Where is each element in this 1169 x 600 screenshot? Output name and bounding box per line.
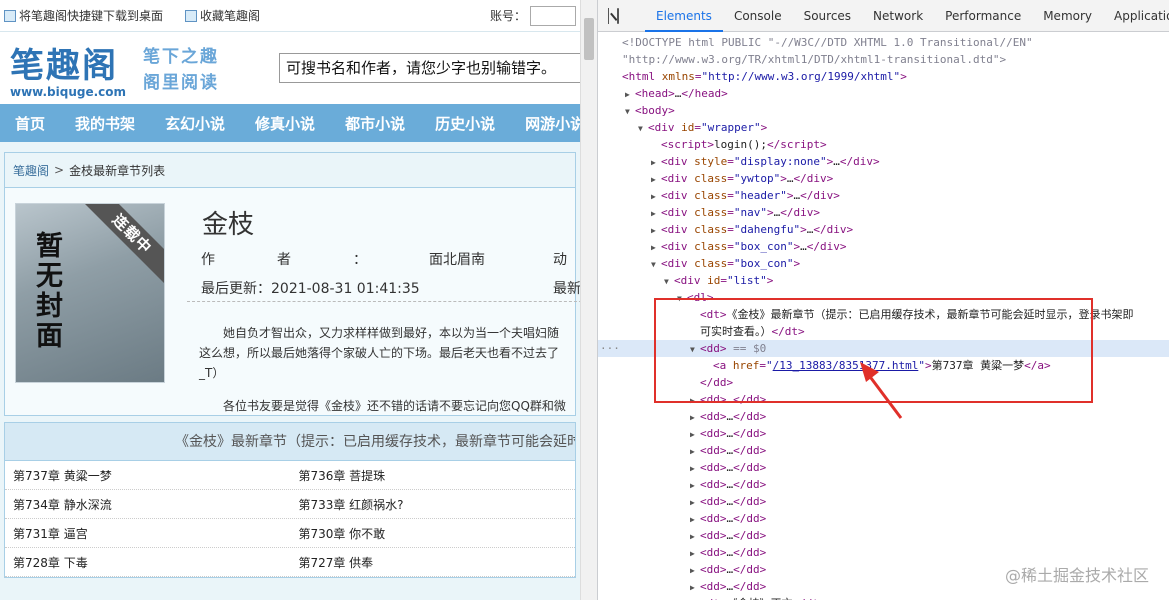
chapter-link[interactable]: 第734章 静水深流: [5, 496, 290, 513]
main-nav: 首页 我的书架 玄幻小说 修真小说 都市小说 历史小说 网游小说: [0, 104, 580, 142]
book-title: 金枝: [202, 210, 255, 240]
update-time: 2021-08-31 01:41:35: [271, 281, 420, 297]
nav-item[interactable]: 我的书架: [60, 113, 150, 134]
nav-item[interactable]: 网游小说: [510, 113, 580, 134]
chapter-list: 《金枝》最新章节（提示：已启用缓存技术，最新章节可能会延时显示，登录书架即可实时…: [4, 422, 576, 578]
book-intro: 她自负才智出众，又力求样样做到最好，本以为当一个夫唱妇随 这么想，所以最后她落得…: [199, 326, 566, 413]
annotation-arrow: [860, 362, 903, 419]
page-scrollbar[interactable]: [580, 0, 597, 600]
browser-page: 将笔趣阁快捷键下载到桌面 收藏笔趣阁 账号： 笔趣阁 www.biquge.co…: [0, 0, 580, 600]
site-logo[interactable]: 笔趣阁 www.biquge.com: [10, 38, 126, 99]
site-header: 笔趣阁 www.biquge.com 笔下之趣 阁里阅读 可搜书名和作者，请您少…: [0, 32, 580, 104]
chapter-list-header: 《金枝》最新章节（提示：已启用缓存技术，最新章节可能会延时显示，登录书架即可实时…: [5, 423, 575, 461]
chapter-link[interactable]: 第727章 供奉: [290, 554, 575, 571]
top-bar: 将笔趣阁快捷键下载到桌面 收藏笔趣阁 账号：: [0, 0, 580, 32]
bookmark-icon: [185, 9, 198, 22]
search-input[interactable]: 可搜书名和作者，请您少字也别输错字。: [279, 53, 580, 83]
favorite-link[interactable]: 收藏笔趣阁: [185, 7, 260, 24]
chapter-row: 第737章 黄粱一梦 第736章 菩提珠: [5, 461, 575, 490]
author-line: 作者：面北眉南 动: [201, 252, 567, 268]
nav-item[interactable]: 历史小说: [420, 113, 510, 134]
scrollbar-thumb[interactable]: [584, 18, 594, 60]
chapter-link[interactable]: 第728章 下毒: [5, 554, 290, 571]
devtools-panel: Elements Console Sources Network Performance…: [597, 0, 1169, 600]
nav-item[interactable]: 首页: [0, 113, 60, 134]
chapter-link[interactable]: 第733章 红颜祸水?: [290, 496, 575, 513]
chapter-row: 第728章 下毒 第727章 供奉: [5, 548, 575, 577]
nav-item[interactable]: 玄幻小说: [150, 113, 240, 134]
account-area: 账号：: [490, 5, 576, 26]
book-info: 暂无封面 连载中 金枝 作者：面北眉南 动 最后更新：2021-08-31 01…: [4, 188, 580, 416]
nav-item[interactable]: 修真小说: [240, 113, 330, 134]
chapter-link[interactable]: 第730章 你不敢: [290, 525, 575, 542]
slogan: 笔下之趣 阁里阅读: [143, 47, 219, 93]
breadcrumb-home[interactable]: 笔趣阁: [13, 162, 49, 179]
author-name: 面北眉南: [429, 252, 485, 268]
desktop-icon: [4, 9, 16, 22]
nav-item[interactable]: 都市小说: [330, 113, 420, 134]
divider: [187, 301, 580, 302]
book-cover: 暂无封面 连载中: [15, 203, 165, 383]
chapter-link[interactable]: 第731章 逼宫: [5, 525, 290, 542]
chapter-row: 第734章 静水深流 第733章 红颜祸水?: [5, 490, 575, 519]
breadcrumb: 笔趣阁 > 金枝最新章节列表: [4, 152, 576, 188]
account-input[interactable]: [530, 5, 576, 26]
update-line: 最后更新：2021-08-31 01:41:35 最新: [201, 281, 580, 297]
chapter-link[interactable]: 第736章 菩提珠: [290, 467, 575, 484]
watermark: @稀土掘金技术社区: [1004, 566, 1149, 585]
breadcrumb-current: 金枝最新章节列表: [69, 163, 166, 178]
chapter-row: 第731章 逼宫 第730章 你不敢: [5, 519, 575, 548]
chapter-link[interactable]: 第737章 黄粱一梦: [5, 467, 290, 484]
shortcut-link[interactable]: 将笔趣阁快捷键下载到桌面: [4, 7, 163, 24]
